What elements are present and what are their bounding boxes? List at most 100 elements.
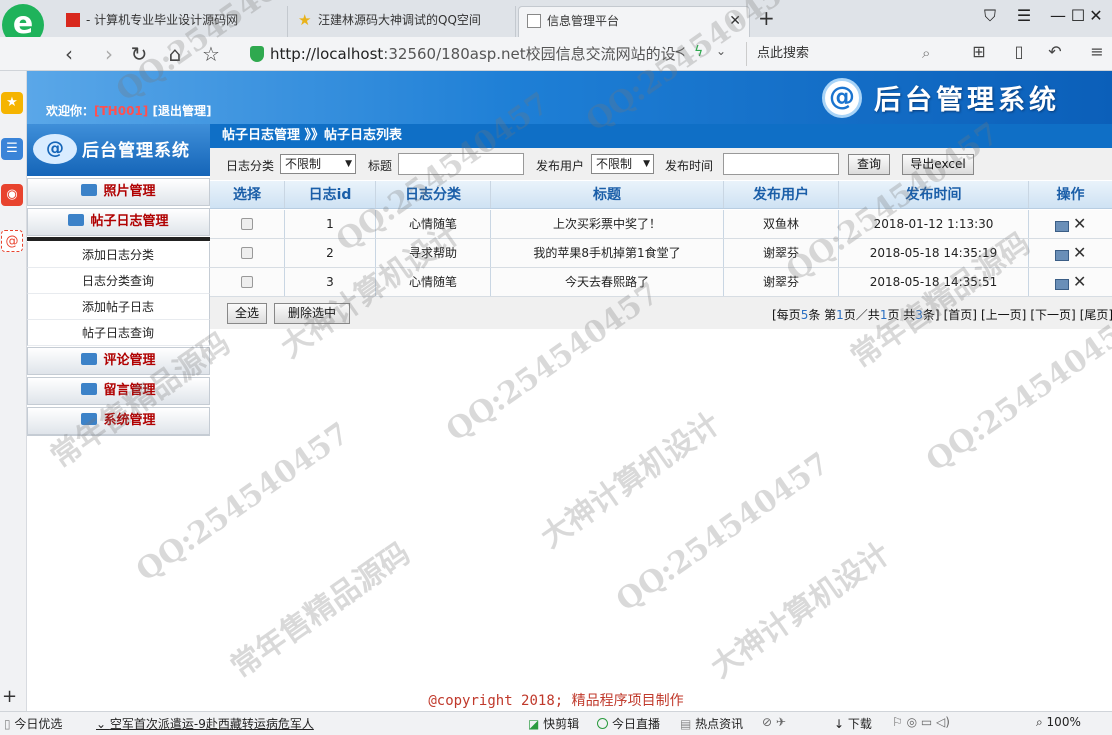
query-button[interactable]: 查询 xyxy=(848,154,890,175)
sidebar-item-post-query[interactable]: 帖子日志查询 xyxy=(27,320,210,346)
sidebar-section-comments[interactable]: 评论管理 xyxy=(27,347,210,375)
user-label: 发布用户 xyxy=(536,159,585,173)
tab-title: 汪建林源码大神调试的QQ空间 xyxy=(318,13,481,27)
cell-actions: ✕ xyxy=(1029,239,1112,267)
row-checkbox[interactable] xyxy=(210,268,285,296)
url-host: http://localhost xyxy=(270,45,384,63)
table-row: 2 寻求帮助 我的苹果8手机掉第1食堂了 谢翠芬 2018-05-18 14:3… xyxy=(210,239,1112,268)
url-path: :32560/180asp.net校园信息交流网站的设 xyxy=(383,45,676,63)
checkbox[interactable] xyxy=(241,247,253,259)
time-input[interactable] xyxy=(723,153,839,175)
status-hot-news[interactable]: ▤ 热点资讯 xyxy=(680,715,743,732)
edit-icon[interactable] xyxy=(1055,221,1069,232)
last-page-link[interactable]: [尾页] xyxy=(1080,308,1112,322)
zoom-level[interactable]: ⌕ 100% xyxy=(1036,715,1081,730)
pager-text: [每页 xyxy=(772,308,801,322)
section-icon xyxy=(81,383,98,395)
new-tab-button[interactable]: + xyxy=(758,6,775,30)
forward-icon[interactable]: › xyxy=(96,42,122,66)
next-page-link[interactable]: [下一页] xyxy=(1030,308,1075,322)
row-checkbox[interactable] xyxy=(210,239,285,267)
select-all-button[interactable]: 全选 xyxy=(227,303,267,324)
home-icon[interactable]: ⌂ xyxy=(162,42,188,66)
cell-time: 2018-01-12 1:13:30 xyxy=(839,210,1029,238)
weibo-icon[interactable]: ◉ xyxy=(1,184,23,206)
status-tool-icons[interactable]: ⊘ ✈ xyxy=(762,715,786,729)
export-excel-button[interactable]: 导出excel xyxy=(902,154,974,175)
header-id: 日志id xyxy=(285,181,376,208)
pager-total: 3 xyxy=(915,308,923,322)
play-icon xyxy=(597,718,608,729)
back-icon[interactable]: ‹ xyxy=(56,42,82,66)
title-input[interactable] xyxy=(398,153,524,175)
prev-page-link[interactable]: [上一页] xyxy=(981,308,1026,322)
search-input[interactable]: 点此搜索 xyxy=(746,42,946,66)
status-label: 下载 xyxy=(847,717,872,731)
share-icon[interactable]: ≺ xyxy=(674,44,686,60)
first-page-link[interactable]: [首页] xyxy=(944,308,977,322)
delete-icon[interactable]: ✕ xyxy=(1073,210,1086,238)
flag-icon xyxy=(66,13,80,27)
sidebar-item-category-query[interactable]: 日志分类查询 xyxy=(27,268,210,294)
search-icon[interactable]: ⌕ xyxy=(922,44,930,62)
delete-icon[interactable]: ✕ xyxy=(1073,268,1086,296)
delete-icon[interactable]: ✕ xyxy=(1073,239,1086,267)
section-icon xyxy=(81,413,98,425)
sidebar-item-add-category[interactable]: 添加日志分类 xyxy=(27,242,210,268)
sidebar-section-messages[interactable]: 留言管理 xyxy=(27,377,210,405)
category-select[interactable]: 不限制 ▼ xyxy=(280,154,356,174)
cell-actions: ✕ xyxy=(1029,210,1112,238)
delete-selected-button[interactable]: 删除选中 xyxy=(274,303,350,324)
cell-id: 1 xyxy=(285,210,376,238)
news-icon: ▤ xyxy=(680,717,696,731)
cell-category: 心情随笔 xyxy=(376,210,491,238)
cell-user: 谢翠芬 xyxy=(724,268,839,296)
checkbox[interactable] xyxy=(241,218,253,230)
close-tab-icon[interactable]: ✕ xyxy=(729,7,741,35)
cell-time: 2018-05-18 14:35:51 xyxy=(839,268,1029,296)
browser-tab-2[interactable]: ★ 汪建林源码大神调试的QQ空间 xyxy=(290,6,516,37)
edit-icon[interactable] xyxy=(1055,250,1069,261)
cell-title: 今天去春熙路了 xyxy=(491,268,724,296)
section-label: 评论管理 xyxy=(103,353,156,368)
sidebar-logo: @ 后台管理系统 xyxy=(27,124,210,176)
status-more-icons[interactable]: ⚐ ◎ ▭ ◁) xyxy=(892,715,950,729)
status-live[interactable]: 今日直播 xyxy=(597,715,660,732)
lightning-icon[interactable]: ϟ xyxy=(694,44,703,60)
apps-icon[interactable]: ⊞ xyxy=(966,42,992,61)
row-checkbox[interactable] xyxy=(210,210,285,238)
browser-tab-active[interactable]: 信息管理平台 ✕ xyxy=(518,6,750,37)
browser-menu-icon[interactable]: ≡ xyxy=(1084,42,1110,61)
status-quick-edit[interactable]: ◪ 快剪辑 xyxy=(528,715,579,732)
chevron-down-icon[interactable]: ⌄ xyxy=(716,44,726,58)
watermark: 常年售精品源码 xyxy=(224,536,417,686)
user-select[interactable]: 不限制 ▼ xyxy=(591,154,654,174)
section-label: 系统管理 xyxy=(103,413,156,428)
logout-link[interactable]: [退出管理] xyxy=(152,104,211,118)
undo-icon[interactable]: ↶ xyxy=(1042,42,1068,61)
section-label: 照片管理 xyxy=(103,184,156,199)
bookmark-star-icon[interactable]: ☆ xyxy=(198,42,224,66)
status-download[interactable]: ↓ 下载 xyxy=(834,715,872,732)
checkbox[interactable] xyxy=(241,276,253,288)
close-window-icon[interactable]: ✕ xyxy=(1082,6,1110,25)
address-bar[interactable]: http://localhost:32560/180asp.net校园信息交流网… xyxy=(244,42,744,66)
section-icon xyxy=(81,184,98,196)
edit-icon[interactable] xyxy=(1055,279,1069,290)
status-news-link[interactable]: ⌄ 空军首次派遣运-9赴西藏转运病危军人 xyxy=(96,715,314,732)
cell-category: 寻求帮助 xyxy=(376,239,491,267)
reload-icon[interactable]: ↻ xyxy=(126,42,152,66)
sidebar-section-photos[interactable]: 照片管理 xyxy=(27,178,210,206)
menu-icon[interactable]: ☰ xyxy=(1010,6,1038,25)
status-today-picks[interactable]: ▯ 今日优选 xyxy=(4,715,62,732)
mail-icon[interactable]: @ xyxy=(1,230,23,252)
shirt-icon[interactable]: ⛉ xyxy=(976,6,1004,26)
sidebar-section-posts[interactable]: 帖子日志管理 xyxy=(27,208,210,236)
reader-icon[interactable]: ▯ xyxy=(1006,42,1032,61)
sidebar-item-add-post[interactable]: 添加帖子日志 xyxy=(27,294,210,320)
sidebar-section-system[interactable]: 系统管理 xyxy=(27,407,210,435)
browser-tab-1[interactable]: - 计算机专业毕业设计源码网 xyxy=(58,6,288,37)
list-icon[interactable]: ☰ xyxy=(1,138,23,160)
category-value: 不限制 xyxy=(285,157,322,171)
favorites-icon[interactable]: ★ xyxy=(1,92,23,114)
